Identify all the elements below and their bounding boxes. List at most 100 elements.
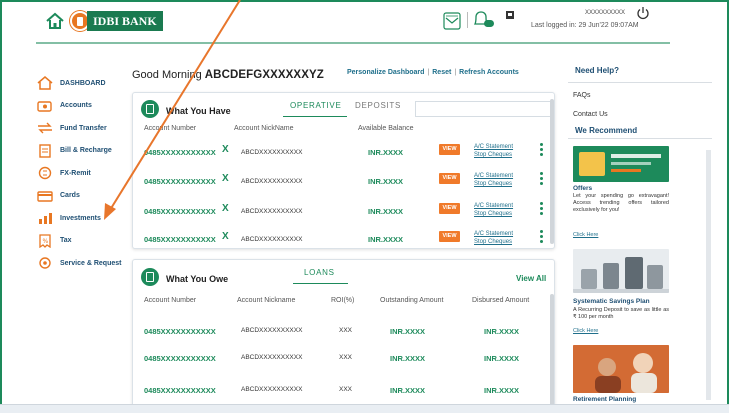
username: XXXXXXXXXX <box>585 10 626 16</box>
available-balance: INR.XXXX <box>368 148 404 157</box>
table-row: 0485XXXXXXXXXXX X ABCDXXXXXXXXXX INR.XXX… <box>133 139 554 165</box>
wallet-icon <box>141 100 159 118</box>
sidebar-item-fx-remit[interactable]: FX-Remit <box>36 162 128 185</box>
stop-cheques-link[interactable]: Stop Cheques <box>474 151 513 159</box>
more-options-icon[interactable] <box>540 143 544 158</box>
sidebar-item-label: Accounts <box>60 102 92 110</box>
table-row: 0485XXXXXXXXXXX ABCDXXXXXXXXXX XXX INR.X… <box>133 379 554 405</box>
remove-x[interactable]: X <box>222 144 229 155</box>
home-icon <box>37 76 53 90</box>
click-here-link[interactable]: Click Here <box>573 232 598 238</box>
promo-text: Let your spending go extravagant! Access… <box>573 193 669 213</box>
scrollbar[interactable] <box>550 294 554 406</box>
disbursed-amount: INR.XXXX <box>484 327 520 336</box>
tab-operative[interactable]: OPERATIVE <box>290 101 342 110</box>
sidebar-item-label: DASHBOARD <box>60 79 106 87</box>
ac-statement-link[interactable]: A/C Statement <box>474 230 513 238</box>
messages-icon[interactable] <box>443 12 461 30</box>
more-options-icon[interactable] <box>540 202 544 217</box>
logout-power-icon[interactable] <box>636 6 650 20</box>
sidebar-item-label: FX-Remit <box>60 169 91 177</box>
profile-icon[interactable] <box>505 10 515 20</box>
offers-promo-image[interactable] <box>573 146 669 182</box>
remove-x[interactable]: X <box>222 203 229 214</box>
ac-statement-link[interactable]: A/C Statement <box>474 143 513 151</box>
row-links: A/C Statement Stop Cheques <box>474 172 513 188</box>
sidebar-item-bill-recharge[interactable]: Bill & Recharge <box>36 140 128 163</box>
column-header: Account Nickname <box>237 297 296 304</box>
click-here-link[interactable]: Click Here <box>573 328 598 334</box>
sidebar-item-label: Investments <box>60 214 101 222</box>
sidebar-item-investments[interactable]: Investments <box>36 207 128 230</box>
stop-cheques-link[interactable]: Stop Cheques <box>474 210 513 218</box>
account-nickname: ABCDXXXXXXXXXX <box>241 208 303 215</box>
reset-link[interactable]: Reset <box>432 69 451 76</box>
row-links: A/C Statement Stop Cheques <box>474 230 513 246</box>
right-panel-scrollbar[interactable] <box>706 150 711 400</box>
account-number[interactable]: 0485XXXXXXXXXXX <box>144 235 216 244</box>
fx-remit-icon <box>38 167 52 180</box>
scrollbar[interactable] <box>550 99 554 244</box>
quick-links: Personalize Dashboard | Reset | Refresh Acco… <box>347 69 519 76</box>
personalize-dashboard-link[interactable]: Personalize Dashboard <box>347 69 424 76</box>
greeting-prefix: Good Morning <box>132 69 202 81</box>
table-row: 0485XXXXXXXXXXX X ABCDXXXXXXXXXX INR.XXX… <box>133 198 554 224</box>
view-button[interactable]: VIEW <box>439 144 460 155</box>
account-nickname: ABCDXXXXXXXXXX <box>241 149 303 156</box>
account-number[interactable]: 0485XXXXXXXXXXX <box>144 177 216 186</box>
account-nickname: ABCDXXXXXXXXXX <box>241 327 303 334</box>
customer-name: ABCDEFGXXXXXXYZ <box>204 69 324 81</box>
view-button[interactable]: VIEW <box>439 203 460 214</box>
row-links: A/C Statement Stop Cheques <box>474 143 513 159</box>
sidebar-item-fund-transfer[interactable]: Fund Transfer <box>36 117 128 140</box>
divider <box>568 138 712 139</box>
column-header: ROI(%) <box>331 297 355 304</box>
tab-loans[interactable]: LOANS <box>304 268 335 277</box>
need-help-heading: Need Help? <box>575 66 620 75</box>
last-login: Last logged in: 29 Jun'22 09:07AM <box>531 22 639 29</box>
account-number[interactable]: 0485XXXXXXXXXXX <box>144 386 216 395</box>
view-all-link[interactable]: View All <box>516 274 546 283</box>
ac-statement-link[interactable]: A/C Statement <box>474 202 513 210</box>
faqs-link[interactable]: FAQs <box>573 92 591 99</box>
tab-deposits[interactable]: DEPOSITS <box>355 101 401 110</box>
sidebar-item-service-request[interactable]: Service & Request <box>36 252 128 275</box>
savings-plan-promo-image[interactable] <box>573 249 669 293</box>
account-number[interactable]: 0485XXXXXXXXXXX <box>144 327 216 336</box>
table-row: 0485XXXXXXXXXXX ABCDXXXXXXXXXX XXX INR.X… <box>133 347 554 373</box>
account-number[interactable]: 0485XXXXXXXXXXX <box>144 354 216 363</box>
more-options-icon[interactable] <box>540 172 544 187</box>
sidebar-item-accounts[interactable]: Accounts <box>36 95 128 118</box>
account-nickname: ABCDXXXXXXXXXX <box>241 236 303 243</box>
stop-cheques-link[interactable]: Stop Cheques <box>474 180 513 188</box>
notification-bell-icon[interactable] <box>471 10 495 30</box>
sidebar-item-tax[interactable]: % Tax <box>36 230 128 253</box>
header-divider <box>467 12 468 28</box>
account-number[interactable]: 0485XXXXXXXXXXX <box>144 148 216 157</box>
more-options-icon[interactable] <box>540 230 544 245</box>
sidebar-item-cards[interactable]: Cards <box>36 185 128 208</box>
retirement-promo-image[interactable] <box>573 345 669 393</box>
promo-title: Systematic Savings Plan <box>573 298 650 305</box>
table-row: 0485XXXXXXXXXXX X ABCDXXXXXXXXXX INR.XXX… <box>133 168 554 194</box>
view-button[interactable]: VIEW <box>439 231 460 242</box>
roi-value: XXX <box>339 386 353 393</box>
account-number[interactable]: 0485XXXXXXXXXXX <box>144 207 216 216</box>
promo-title: Retirement Planning <box>573 396 637 403</box>
contact-us-link[interactable]: Contact Us <box>573 111 608 118</box>
home-icon[interactable] <box>45 12 65 30</box>
remove-x[interactable]: X <box>222 231 229 242</box>
roi-value: XXX <box>339 354 353 361</box>
sidebar-item-label: Bill & Recharge <box>60 147 112 155</box>
disbursed-amount: INR.XXXX <box>484 386 520 395</box>
roi-value: XXX <box>339 327 353 334</box>
view-button[interactable]: VIEW <box>439 173 460 184</box>
row-links: A/C Statement Stop Cheques <box>474 202 513 218</box>
refresh-accounts-link[interactable]: Refresh Accounts <box>459 69 519 76</box>
bill-icon <box>39 144 51 158</box>
active-tab-indicator <box>293 283 348 284</box>
sidebar-item-dashboard[interactable]: DASHBOARD <box>36 72 128 95</box>
remove-x[interactable]: X <box>222 173 229 184</box>
ac-statement-link[interactable]: A/C Statement <box>474 172 513 180</box>
stop-cheques-link[interactable]: Stop Cheques <box>474 238 513 246</box>
